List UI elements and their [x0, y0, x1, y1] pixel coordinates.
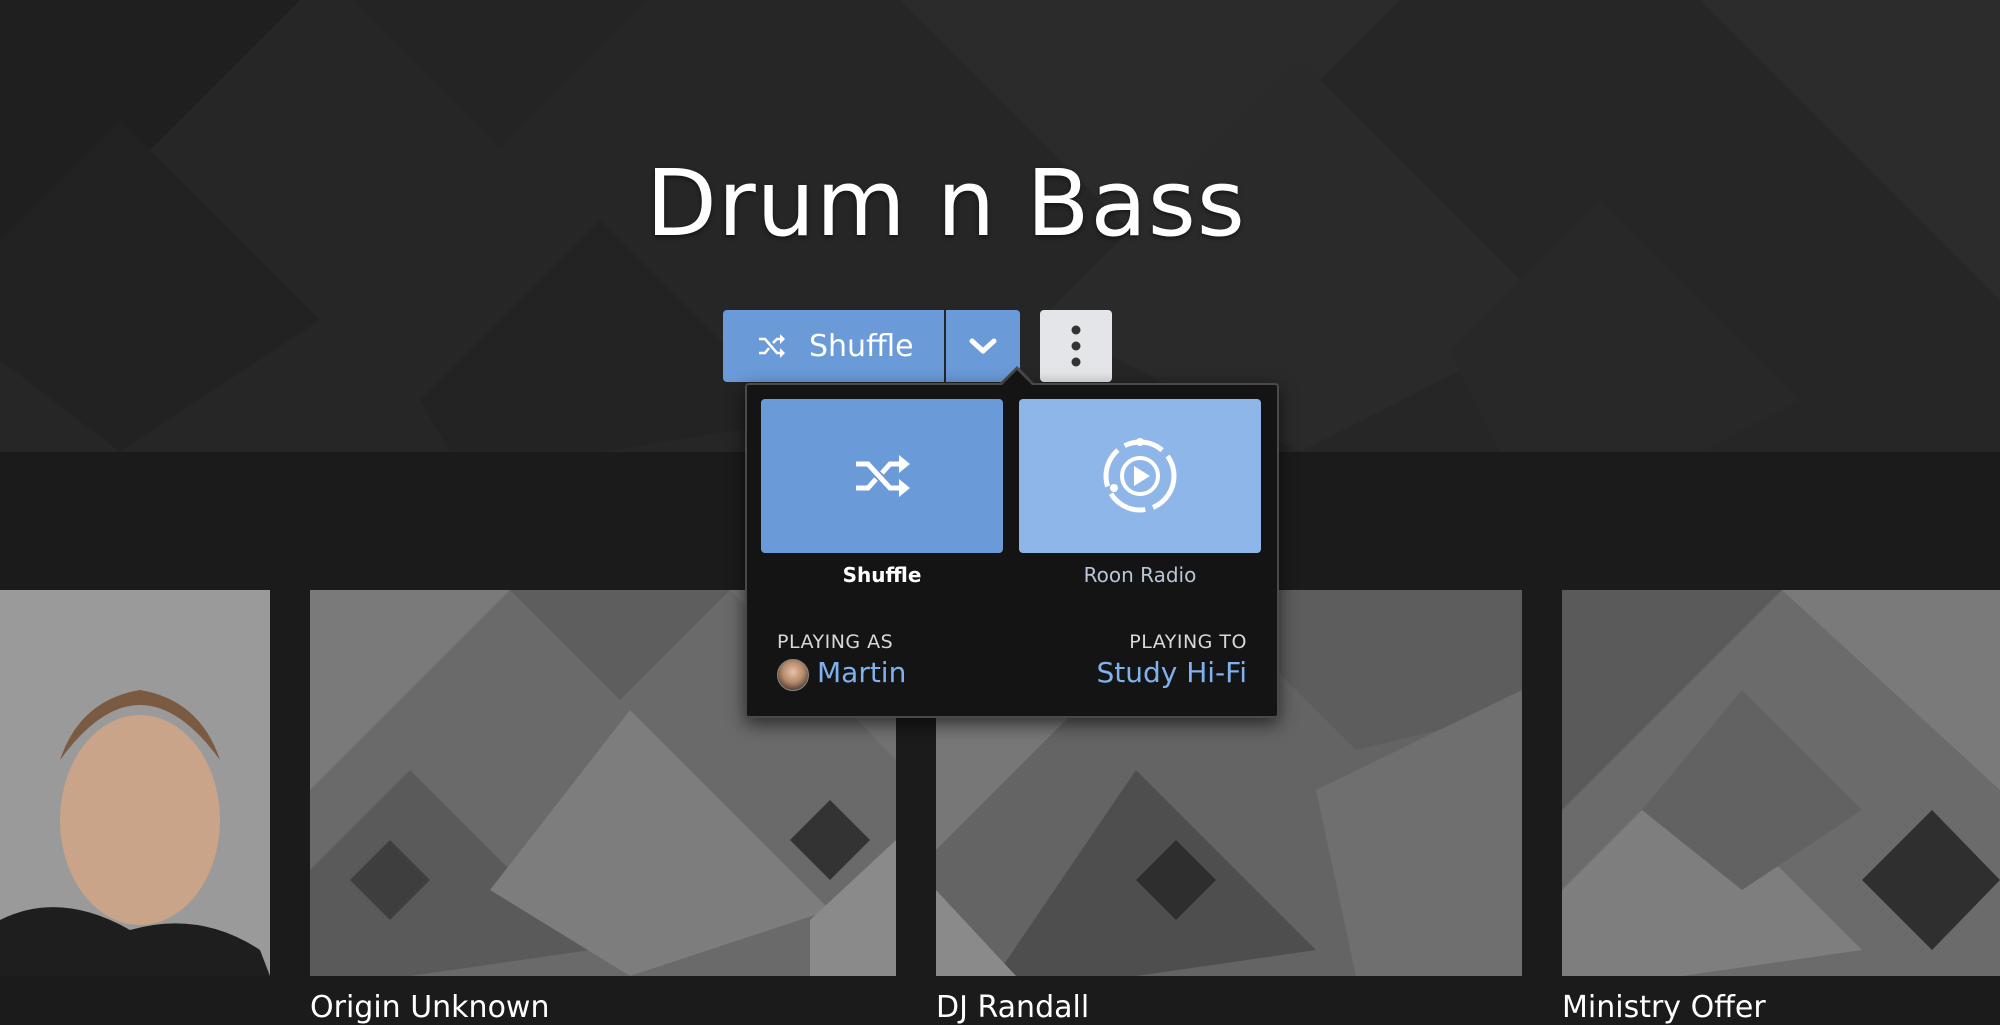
playing-to-label: PLAYING TO — [1129, 631, 1247, 653]
artist-photo — [0, 590, 270, 976]
profile-selector[interactable]: Martin — [817, 656, 906, 689]
user-avatar — [777, 659, 809, 691]
playing-as-label: PLAYING AS — [777, 631, 894, 653]
page-title: Drum n Bass — [646, 150, 1246, 257]
roon-radio-option-tile[interactable] — [1019, 399, 1261, 553]
play-options-popup: Shuffle Roon Radio PLAYING AS PLAYING TO… — [745, 383, 1279, 718]
shuffle-option-label: Shuffle — [842, 563, 922, 587]
shuffle-option-tile[interactable] — [761, 399, 1003, 553]
more-options-button[interactable] — [1040, 310, 1112, 382]
popup-pointer-fill — [1001, 370, 1033, 386]
artist-placeholder-pattern — [1562, 590, 2000, 976]
shuffle-button[interactable]: Shuffle — [723, 310, 944, 382]
chevron-down-icon — [969, 338, 997, 354]
artist-card-image[interactable] — [0, 590, 270, 976]
artist-card-image[interactable] — [1562, 590, 2000, 976]
radio-icon — [1103, 438, 1177, 513]
roon-radio-option-label: Roon Radio — [1083, 563, 1197, 587]
more-vertical-icon — [1071, 325, 1081, 367]
shuffle-icon — [856, 455, 910, 497]
shuffle-button-label: Shuffle — [809, 328, 914, 364]
shuffle-icon — [759, 334, 785, 358]
zone-selector[interactable]: Study Hi-Fi — [1096, 656, 1247, 689]
